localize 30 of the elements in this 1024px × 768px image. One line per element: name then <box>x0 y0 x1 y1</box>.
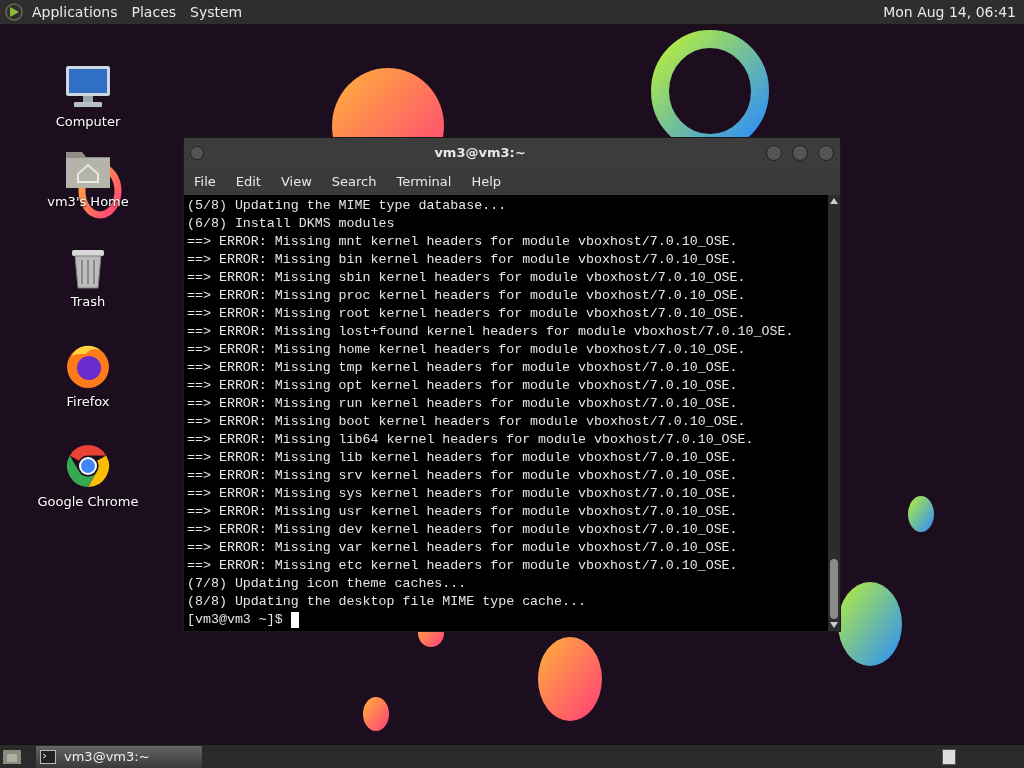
scrollbar[interactable] <box>828 195 840 631</box>
terminal-icon <box>40 749 56 764</box>
maximize-button[interactable] <box>792 145 808 161</box>
workspace-switcher[interactable] <box>942 748 956 765</box>
panel-menu[interactable]: Places <box>131 1 177 23</box>
menu-item[interactable]: Terminal <box>396 171 452 192</box>
browser-icon <box>64 442 112 490</box>
terminal-output: (5/8) Updating the MIME type database... (6/8) Install DKMS modules ==> ERROR: Missing mnt kernel headers for module vboxhost/7.0.10_OSE. ==> ERROR: Missing bin kernel headers for module vboxhost/7.0.10_OSE. ==> ERROR: Missing sbin kernel headers for module vboxhost/7.0.10_OSE. ==> ERROR: Missing proc kernel headers for module vboxhost/7.0.10_OSE. ==> ERROR: Missing root kernel headers for module vboxhost/7.0.10_OSE. ==> ERROR: Missing lost+found kernel headers for module vboxhost/7.0.10_OSE. ==> ERROR: Missing home kernel headers for module vboxhost/7.0.10_OSE. ==> ERROR: Missing tmp kernel headers for module vboxhost/7.0.10_OSE. ==> ERROR: Missing opt kernel headers for module vboxhost/7.0.10_OSE. ==> ERROR: Missing run kernel headers for module vboxhost/7.0.10_OSE. ==> ERROR: Missing boot kernel headers for module vboxhost/7.0.10_OSE. ==> ERROR: Missing lib64 kernel headers for module vboxhost/7.0.10_OSE. ==> ERROR: Missing lib kernel headers for module vboxhost/7.0.10_OSE. ==> ERROR: Missing srv kernel headers for module vboxhost/7.0.10_OSE. ==> ERROR: Missing sys kernel headers for module vboxhost/7.0.10_OSE. ==> ERROR: Missing usr kernel headers for module vboxhost/7.0.10_OSE. ==> ERROR: Missing dev kernel headers for module vboxhost/7.0.10_OSE. ==> ERROR: Missing var kernel headers for module vboxhost/7.0.10_OSE. ==> ERROR: Missing etc kernel headers for module vboxhost/7.0.10_OSE. (7/8) Updating icon theme caches... (8/8) Updating the desktop file MIME type cache... [vm3@vm3 ~]$ <box>186 197 795 630</box>
desktop-icon-label[interactable]: Firefox <box>66 392 110 412</box>
desktop-icon-label[interactable]: Computer <box>55 112 121 132</box>
desktop-icon-label[interactable]: Trash <box>70 292 106 312</box>
show-desktop-icon[interactable] <box>2 747 22 766</box>
scrollbar-thumb[interactable] <box>830 559 838 619</box>
minimize-button[interactable] <box>766 145 782 161</box>
menu-item[interactable]: Edit <box>235 171 261 192</box>
panel-menu[interactable]: Applications <box>32 1 118 23</box>
window-title: vm3@vm3:~ <box>433 144 527 163</box>
taskbar-button[interactable]: vm3@vm3:~ <box>36 745 202 768</box>
scroll-up-icon[interactable] <box>830 198 838 204</box>
panel-menu[interactable]: System <box>190 1 243 23</box>
menu-item[interactable]: View <box>280 171 312 192</box>
scroll-down-icon[interactable] <box>830 622 838 628</box>
close-button[interactable] <box>818 145 834 161</box>
menu-item[interactable]: Search <box>331 171 377 192</box>
desktop-icon-label[interactable]: Google Chrome <box>37 492 139 512</box>
clock[interactable]: Mon Aug 14, 06:41 <box>883 1 1016 23</box>
menu-item[interactable]: File <box>194 171 216 192</box>
menu-logo-icon[interactable] <box>4 2 24 22</box>
text-cursor <box>290 612 299 628</box>
menu-item[interactable]: Help <box>471 171 502 192</box>
